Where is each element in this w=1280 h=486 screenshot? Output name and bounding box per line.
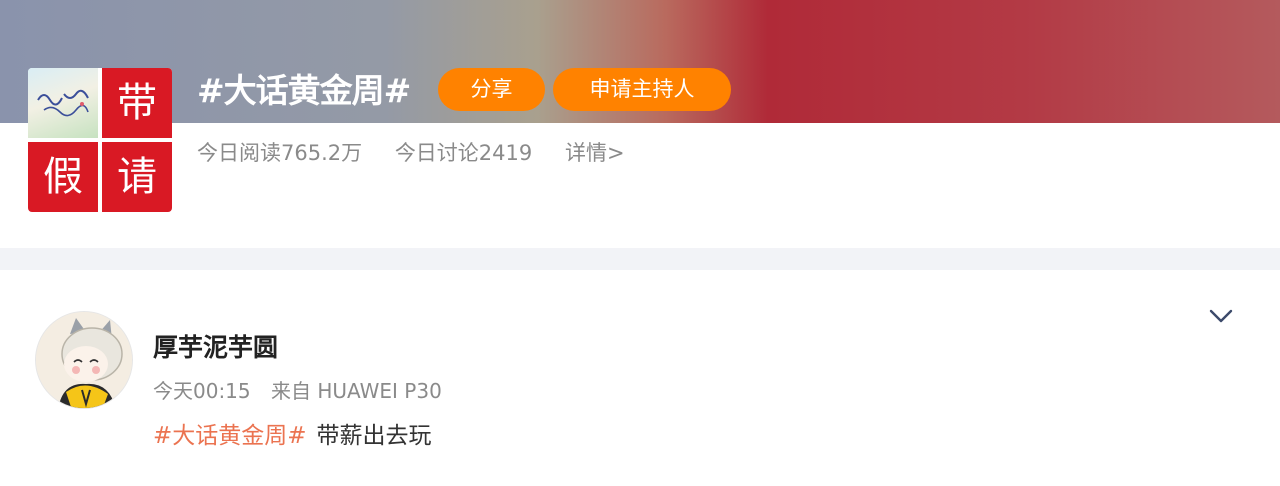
topic-header: 带 假 请 #大话黄金周# 分享 申请主持人 今日阅读765.2万 今日讨论24… xyxy=(0,0,1280,248)
expand-menu-button[interactable] xyxy=(1206,304,1236,328)
post-text: 带薪出去玩 xyxy=(316,423,432,449)
post-meta: 今天00:15 来自 HUAWEI P30 xyxy=(153,375,456,404)
cover-illustration-scribble xyxy=(37,89,89,117)
post-content: #大话黄金周# 带薪出去玩 xyxy=(153,416,432,450)
post-username[interactable]: 厚芋泥芋圆 xyxy=(153,328,278,364)
chevron-down-icon xyxy=(1209,309,1233,323)
topic-cover-image: 带 假 请 xyxy=(28,68,172,212)
post-hashtag-link[interactable]: #大话黄金周# xyxy=(153,423,307,449)
post-card: 厚芋泥芋圆 今天00:15 来自 HUAWEI P30 #大话黄金周# 带薪出去玩 xyxy=(0,270,1280,486)
topic-title: #大话黄金周# xyxy=(197,71,411,110)
apply-host-button[interactable]: 申请主持人 xyxy=(553,68,731,111)
discussion-count: 今日讨论2419 xyxy=(394,141,533,165)
avatar-illustration xyxy=(36,312,132,408)
cover-char: 带 xyxy=(102,68,172,138)
cover-char: 请 xyxy=(102,142,172,212)
post-time[interactable]: 今天00:15 xyxy=(153,379,251,403)
share-button[interactable]: 分享 xyxy=(438,68,545,111)
cover-char: 假 xyxy=(28,142,98,212)
avatar[interactable] xyxy=(35,311,133,409)
details-link[interactable]: 详情> xyxy=(565,137,625,167)
read-count: 今日阅读765.2万 xyxy=(197,141,363,165)
topic-stats: 今日阅读765.2万 今日讨论2419 详情> xyxy=(197,137,625,167)
post-source: 来自 HUAWEI P30 xyxy=(271,379,442,403)
cover-illustration xyxy=(28,68,98,138)
